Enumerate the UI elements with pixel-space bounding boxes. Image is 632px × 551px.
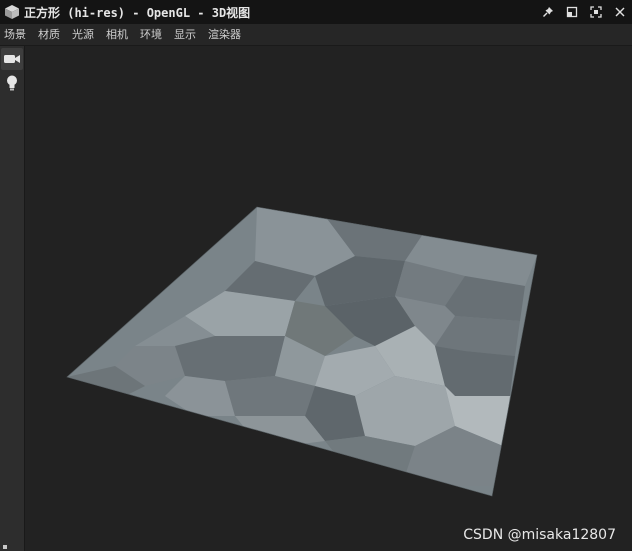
cube-icon xyxy=(0,0,24,24)
terrain-plane-render xyxy=(66,206,538,497)
menu-scene[interactable]: 场景 xyxy=(0,24,32,45)
menu-environment[interactable]: 环境 xyxy=(134,24,168,45)
menu-material[interactable]: 材质 xyxy=(32,24,66,45)
watermark: CSDN @misaka12807 xyxy=(463,527,616,543)
title-controls xyxy=(536,0,632,24)
app-window: 正方形 (hi-res) - OpenGL - 3D视图 场景 材质 光源 相机… xyxy=(0,0,632,551)
menu-renderer[interactable]: 渲染器 xyxy=(202,24,247,45)
menu-bar: 场景 材质 光源 相机 环境 显示 渲染器 xyxy=(0,24,632,46)
resize-grip-icon[interactable] xyxy=(3,545,7,549)
light-bulb-icon[interactable] xyxy=(1,72,23,94)
camera-icon[interactable] xyxy=(1,48,23,70)
left-toolbar xyxy=(0,46,25,551)
pin-icon[interactable] xyxy=(536,0,560,24)
fullscreen-icon[interactable] xyxy=(584,0,608,24)
close-icon[interactable] xyxy=(608,0,632,24)
menu-camera[interactable]: 相机 xyxy=(100,24,134,45)
window-title: 正方形 (hi-res) - OpenGL - 3D视图 xyxy=(24,5,251,20)
3d-viewport[interactable]: CSDN @misaka12807 xyxy=(25,46,632,551)
menu-light[interactable]: 光源 xyxy=(66,24,100,45)
menu-display[interactable]: 显示 xyxy=(168,24,202,45)
restore-icon[interactable] xyxy=(560,0,584,24)
title-bar: 正方形 (hi-res) - OpenGL - 3D视图 xyxy=(0,0,632,24)
